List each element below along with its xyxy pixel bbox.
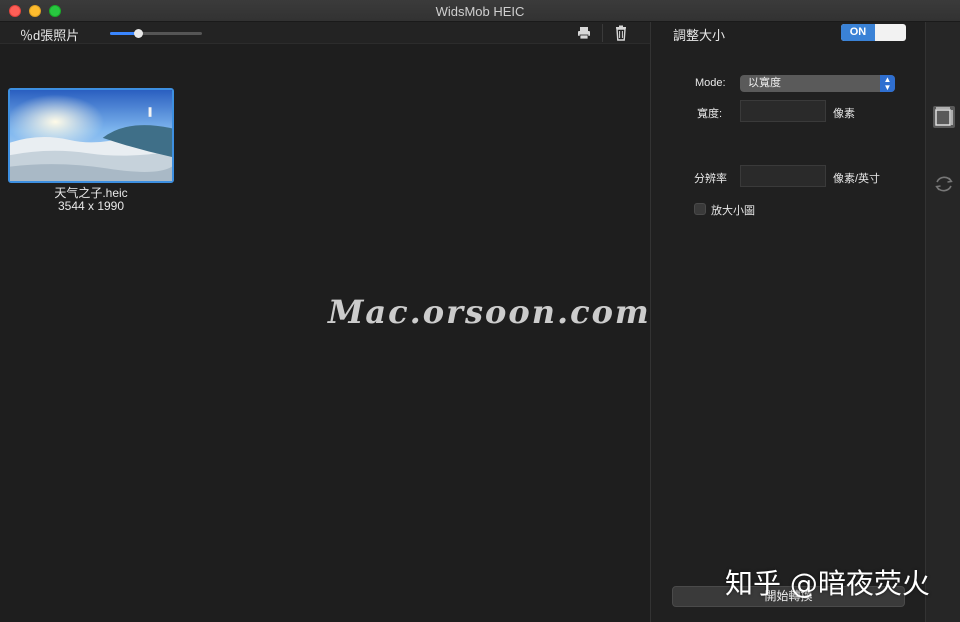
mode-label: Mode: xyxy=(695,77,726,89)
photo-dimensions: 3544 x 1990 xyxy=(57,199,125,213)
photo-thumbnail[interactable] xyxy=(8,88,174,183)
toggle-on-label: ON xyxy=(841,24,875,41)
resize-panel-title: 調整大小 xyxy=(673,28,726,43)
resolution-label: 分辨率 xyxy=(694,173,727,185)
tool-rail xyxy=(925,22,960,622)
thumbnail-image xyxy=(10,90,172,181)
enlarge-label: 放大小圖 xyxy=(711,205,755,217)
rotate-icon[interactable] xyxy=(932,172,956,196)
credit-watermark: 知乎 @暗夜荧火 xyxy=(725,567,930,600)
resolution-input[interactable] xyxy=(740,165,826,187)
printer-icon[interactable] xyxy=(575,24,593,42)
title-bar: WidsMob HEIC xyxy=(0,0,960,22)
slider-knob[interactable] xyxy=(133,29,143,38)
resize-icon[interactable] xyxy=(932,105,956,129)
photo-count-label: ％d張照片 xyxy=(20,28,80,43)
resolution-unit-label: 像素/英寸 xyxy=(833,173,881,185)
photo-toolbar: ％d張照片 xyxy=(0,22,650,44)
width-input[interactable] xyxy=(740,100,826,122)
resize-settings-panel: 調整大小 ON Mode: 以寬度 ▲ ▼ 寬度: 像素 分辨率 像素/英寸 放大… xyxy=(651,22,925,622)
window-title: WidsMob HEIC xyxy=(435,4,525,19)
photo-grid: 天气之子.heic 3544 x 1990 Mac.orsoon.com xyxy=(0,44,650,622)
width-label: 寬度: xyxy=(697,108,723,120)
resize-toggle[interactable]: ON xyxy=(841,24,906,41)
thumbnail-size-slider[interactable] xyxy=(110,29,202,38)
mode-select-value: 以寬度 xyxy=(748,77,781,89)
enlarge-checkbox[interactable] xyxy=(694,203,706,215)
mode-select[interactable]: 以寬度 ▲ ▼ xyxy=(740,75,895,92)
chevron-updown-icon: ▲ ▼ xyxy=(880,75,895,92)
width-unit-label: 像素 xyxy=(833,108,855,120)
watermark-text: Mac.orsoon.com xyxy=(328,293,651,331)
toolbar-divider xyxy=(602,24,603,42)
trash-icon[interactable] xyxy=(612,24,630,42)
